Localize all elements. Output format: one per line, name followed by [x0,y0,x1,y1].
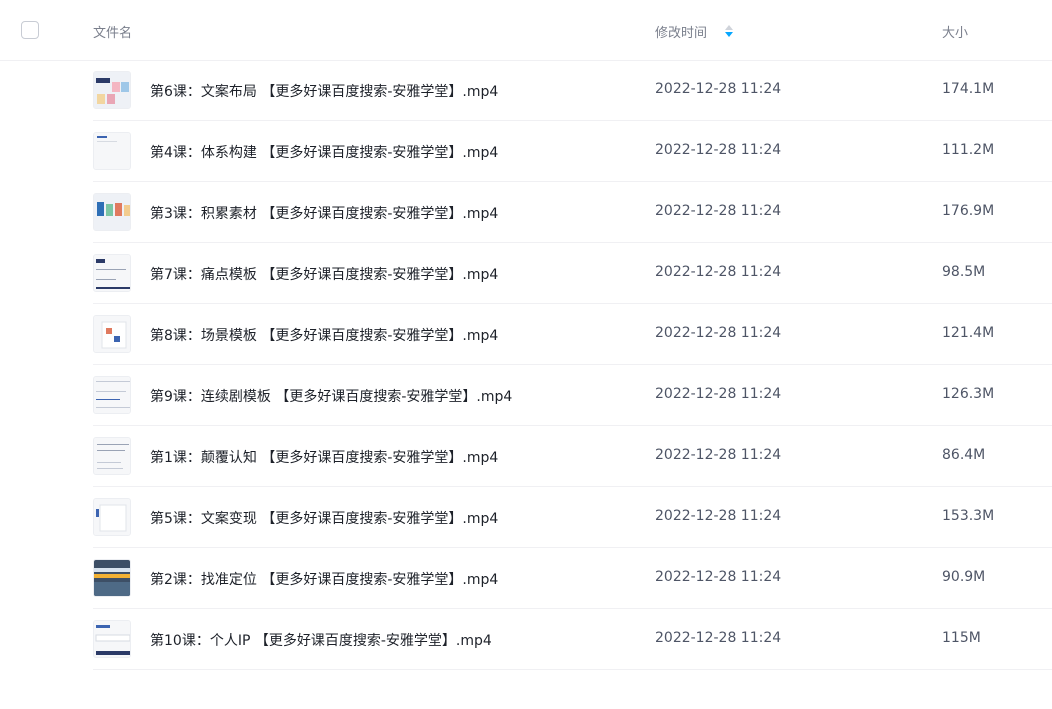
file-row[interactable]: 第1课：颠覆认知 【更多好课百度搜索-安雅学堂】.mp4 2022-12-28 1… [0,426,1052,487]
file-row[interactable]: 第4课：体系构建 【更多好课百度搜索-安雅学堂】.mp4 2022-12-28 1… [0,121,1052,182]
modified-time: 2022-12-28 11:24 [655,447,782,463]
file-size: 153.3M [942,508,995,524]
sort-descending-icon[interactable] [724,23,734,37]
file-name[interactable]: 第10课：个人IP 【更多好课百度搜索-安雅学堂】.mp4 [150,630,492,650]
file-name[interactable]: 第7课：痛点模板 【更多好课百度搜索-安雅学堂】.mp4 [150,264,498,284]
file-size: 174.1M [942,81,995,97]
file-name[interactable]: 第6课：文案布局 【更多好课百度搜索-安雅学堂】.mp4 [150,81,498,101]
modified-time: 2022-12-28 11:24 [655,81,782,97]
modified-time: 2022-12-28 11:24 [655,142,782,158]
file-name[interactable]: 第9课：连续剧模板 【更多好课百度搜索-安雅学堂】.mp4 [150,386,512,406]
file-name[interactable]: 第2课：找准定位 【更多好课百度搜索-安雅学堂】.mp4 [150,569,498,589]
column-header-name[interactable]: 文件名 [93,22,132,41]
video-thumbnail-icon[interactable] [93,132,131,170]
file-list-header: 文件名 修改时间 大小 [0,0,1052,61]
file-list: 文件名 修改时间 大小 第6课：文案布局 【更多好课百度搜索-安雅学堂】.mp4… [0,0,1052,709]
select-all-checkbox[interactable] [21,21,39,39]
video-thumbnail-icon[interactable] [93,193,131,231]
file-row[interactable]: 第3课：积累素材 【更多好课百度搜索-安雅学堂】.mp4 2022-12-28 1… [0,182,1052,243]
file-row[interactable]: 第7课：痛点模板 【更多好课百度搜索-安雅学堂】.mp4 2022-12-28 1… [0,243,1052,304]
video-thumbnail-icon[interactable] [93,315,131,353]
video-thumbnail-icon[interactable] [93,559,131,597]
column-header-time[interactable]: 修改时间 [655,22,707,41]
file-row[interactable]: 第5课：文案变现 【更多好课百度搜索-安雅学堂】.mp4 2022-12-28 1… [0,487,1052,548]
column-header-size[interactable]: 大小 [942,22,968,41]
modified-time: 2022-12-28 11:24 [655,386,782,402]
file-size: 176.9M [942,203,995,219]
video-thumbnail-icon[interactable] [93,437,131,475]
file-size: 126.3M [942,386,995,402]
modified-time: 2022-12-28 11:24 [655,203,782,219]
video-thumbnail-icon[interactable] [93,254,131,292]
file-name[interactable]: 第8课：场景模板 【更多好课百度搜索-安雅学堂】.mp4 [150,325,498,345]
modified-time: 2022-12-28 11:24 [655,264,782,280]
video-thumbnail-icon[interactable] [93,71,131,109]
file-row[interactable]: 第9课：连续剧模板 【更多好课百度搜索-安雅学堂】.mp4 2022-12-28 … [0,365,1052,426]
video-thumbnail-icon[interactable] [93,620,131,658]
file-row[interactable]: 第6课：文案布局 【更多好课百度搜索-安雅学堂】.mp4 2022-12-28 1… [0,60,1052,121]
file-name[interactable]: 第3课：积累素材 【更多好课百度搜索-安雅学堂】.mp4 [150,203,498,223]
file-size: 86.4M [942,447,986,463]
file-size: 111.2M [942,142,995,158]
modified-time: 2022-12-28 11:24 [655,508,782,524]
file-size: 90.9M [942,569,986,585]
file-row[interactable]: 第2课：找准定位 【更多好课百度搜索-安雅学堂】.mp4 2022-12-28 1… [0,548,1052,609]
video-thumbnail-icon[interactable] [93,376,131,414]
file-size: 98.5M [942,264,986,280]
file-row[interactable]: 第8课：场景模板 【更多好课百度搜索-安雅学堂】.mp4 2022-12-28 1… [0,304,1052,365]
file-name[interactable]: 第5课：文案变现 【更多好课百度搜索-安雅学堂】.mp4 [150,508,498,528]
modified-time: 2022-12-28 11:24 [655,325,782,341]
file-size: 115M [942,630,981,646]
row-divider [93,669,1052,670]
video-thumbnail-icon[interactable] [93,498,131,536]
file-size: 121.4M [942,325,995,341]
modified-time: 2022-12-28 11:24 [655,630,782,646]
file-name[interactable]: 第4课：体系构建 【更多好课百度搜索-安雅学堂】.mp4 [150,142,498,162]
file-row[interactable]: 第10课：个人IP 【更多好课百度搜索-安雅学堂】.mp4 2022-12-28 … [0,609,1052,670]
file-name[interactable]: 第1课：颠覆认知 【更多好课百度搜索-安雅学堂】.mp4 [150,447,498,467]
modified-time: 2022-12-28 11:24 [655,569,782,585]
